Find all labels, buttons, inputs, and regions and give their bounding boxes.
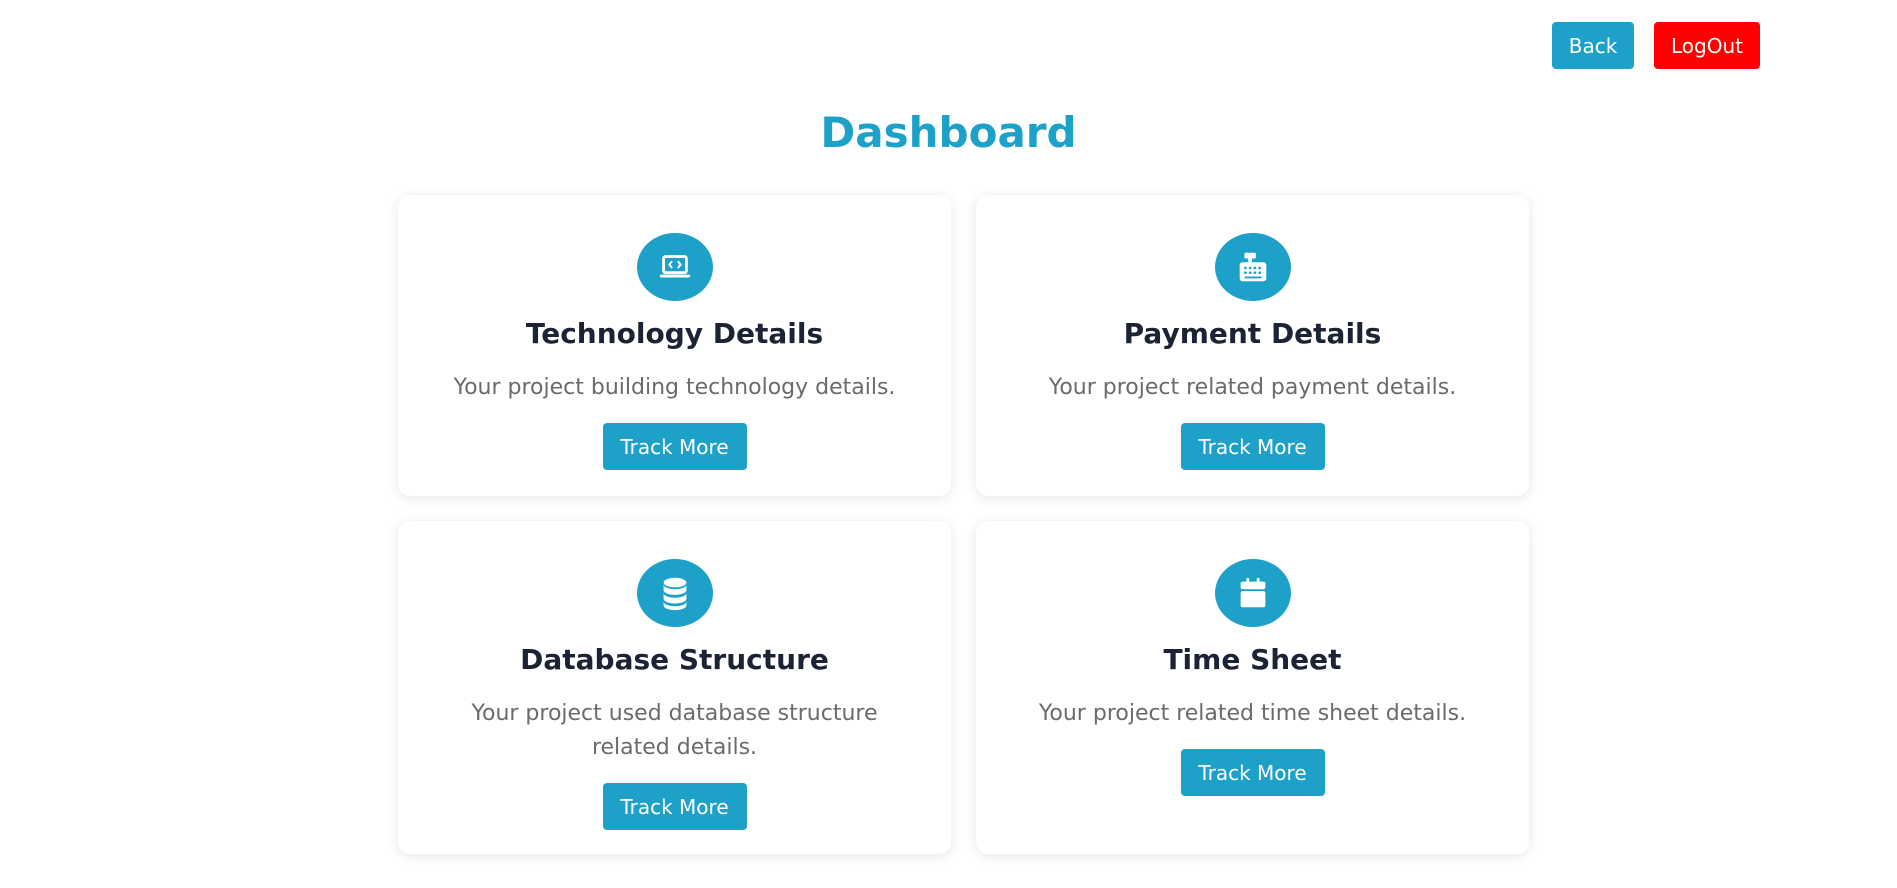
track-more-button[interactable]: Track More	[1180, 749, 1325, 796]
card-technology-details: Technology Details Your project building…	[398, 195, 951, 496]
top-bar: Back LogOut	[0, 22, 1897, 70]
card-description: Your project used database structure rel…	[471, 701, 878, 760]
database-icon	[636, 559, 713, 627]
calendar-icon	[1214, 559, 1291, 627]
card-title: Payment Details	[1123, 317, 1382, 350]
card-description: Your project related payment details.	[1048, 375, 1457, 400]
card-description: Your project related time sheet details.	[1038, 701, 1467, 726]
page-title: Dashboard	[820, 108, 1077, 157]
card-title: Technology Details	[525, 317, 824, 350]
back-button[interactable]: Back	[1552, 22, 1634, 69]
track-more-button[interactable]: Track More	[602, 423, 747, 470]
track-more-button[interactable]: Track More	[1180, 423, 1325, 470]
card-title: Time Sheet	[1163, 643, 1342, 676]
card-database-structure: Database Structure Your project used dat…	[398, 521, 951, 854]
card-time-sheet: Time Sheet Your project related time she…	[976, 521, 1529, 854]
cash-register-icon	[1214, 233, 1291, 301]
card-description: Your project building technology details…	[453, 375, 896, 400]
track-more-button[interactable]: Track More	[602, 783, 747, 830]
laptop-code-icon	[636, 233, 713, 301]
card-title: Database Structure	[520, 643, 829, 676]
logout-button[interactable]: LogOut	[1654, 22, 1760, 69]
card-payment-details: Payment Details Your project related pay…	[976, 195, 1529, 496]
